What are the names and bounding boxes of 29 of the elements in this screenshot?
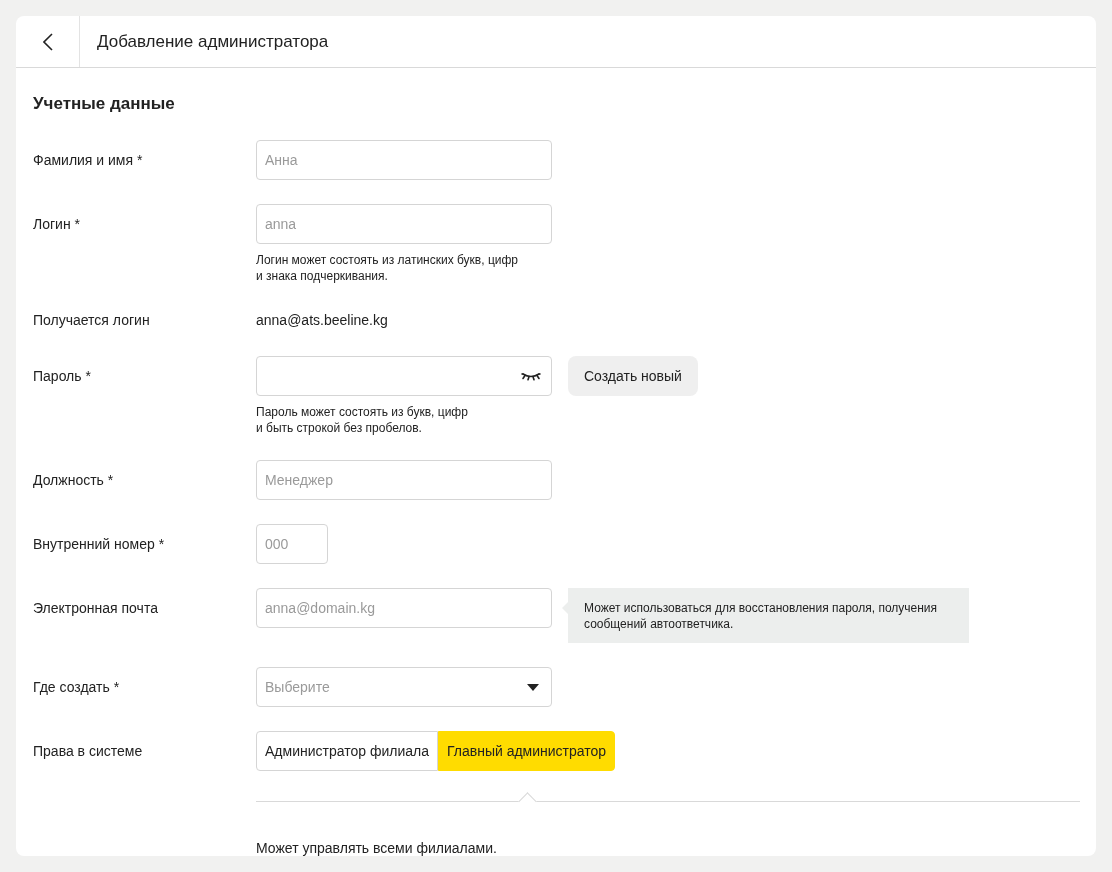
section-title: Учетные данные: [33, 93, 176, 115]
input-field[interactable]: anna: [256, 204, 552, 244]
segment-tab[interactable]: Главный администратор: [437, 731, 616, 771]
dropdown-placeholder: Выберите: [265, 679, 330, 695]
input-field[interactable]: Анна: [256, 140, 552, 180]
chevron-left-icon: [42, 32, 53, 51]
segment-tab[interactable]: Администратор филиала: [256, 731, 438, 771]
field-label: Должность *: [33, 471, 115, 490]
closed-eye-icon[interactable]: [521, 371, 541, 381]
field-label: Логин *: [33, 215, 81, 234]
field-label: Электронная почта: [33, 599, 159, 618]
field-hint: Логин может состоять из латинских букв, цифр и знака подчеркивания.: [256, 252, 520, 284]
role-description: Может управлять всеми филиалами.: [256, 840, 498, 856]
field-label: Пароль *: [33, 367, 92, 386]
caret-down-icon: [527, 683, 539, 691]
login-value: anna@ats.beeline.kg: [256, 311, 388, 330]
input-field[interactable]: 000: [256, 524, 328, 564]
field-label: Получается логин: [33, 311, 151, 330]
field-label: Фамилия и имя *: [33, 151, 144, 170]
input-field[interactable]: anna@domain.kg: [256, 588, 552, 628]
field-hint: Пароль может состоять из букв, цифр и быть строкой без пробелов.: [256, 404, 469, 436]
page-title: Добавление администратора: [97, 31, 329, 52]
input-field[interactable]: Менеджер: [256, 460, 552, 500]
info-tooltip: Может использоваться для восстановления пароля, получения сообщений автоответчика.: [562, 588, 970, 643]
field-label: Права в системе: [33, 742, 144, 761]
password-field[interactable]: [256, 356, 552, 396]
field-label: Внутренний номер *: [33, 535, 166, 554]
generate-button[interactable]: Создать новый: [568, 356, 698, 396]
field-label: Где создать *: [33, 678, 121, 697]
